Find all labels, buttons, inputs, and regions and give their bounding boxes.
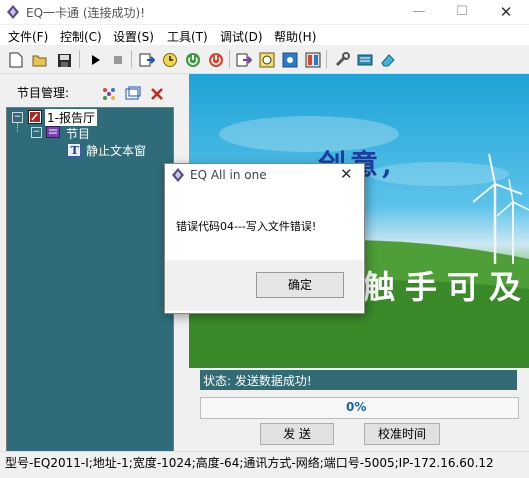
export-icon[interactable]: [234, 50, 254, 70]
app-logo-icon: [171, 168, 185, 182]
dialog-ok-button[interactable]: 确定: [256, 272, 344, 298]
open-folder-icon[interactable]: [30, 50, 50, 70]
text-window-icon: T: [67, 143, 81, 157]
timer-icon[interactable]: [257, 50, 277, 70]
tree-item-screen[interactable]: 1-报告厅: [45, 109, 97, 126]
clock-icon[interactable]: [160, 50, 180, 70]
power-off-icon[interactable]: [206, 50, 226, 70]
tools-icon[interactable]: [332, 50, 352, 70]
minimize-button[interactable]: —: [397, 0, 441, 24]
brightness-icon[interactable]: [280, 50, 300, 70]
new-file-icon[interactable]: [6, 50, 26, 70]
menu-help[interactable]: 帮助(H): [274, 28, 316, 45]
screen-icon: [28, 110, 42, 124]
menu-settings[interactable]: 设置(S): [113, 28, 154, 45]
color-palette-icon[interactable]: [101, 86, 117, 102]
play-icon[interactable]: [85, 50, 105, 70]
calibrate-time-button[interactable]: 校准时间: [364, 423, 440, 445]
menu-debug[interactable]: 调试(D): [220, 28, 263, 45]
dialog-title: EQ All in one: [190, 168, 267, 182]
dialog-close-icon[interactable]: ✕: [340, 165, 353, 183]
stop-icon[interactable]: [108, 50, 128, 70]
preview-text-line2: 触手可及: [363, 262, 529, 308]
delete-icon[interactable]: [149, 86, 165, 102]
toolbar-separator: [229, 50, 230, 68]
program-manager-label: 节目管理:: [17, 84, 69, 101]
keyboard-icon[interactable]: [355, 50, 375, 70]
menu-control[interactable]: 控制(C): [60, 28, 102, 45]
close-button[interactable]: ✕: [484, 0, 528, 24]
menu-tools[interactable]: 工具(T): [167, 28, 208, 45]
send-button[interactable]: 发 送: [260, 423, 334, 445]
send-program-icon[interactable]: [137, 50, 157, 70]
toolbar-separator: [326, 50, 327, 68]
maximize-button[interactable]: ☐: [440, 0, 484, 24]
device-status-text: 型号-EQ2011-I;地址-1;宽度-1024;高度-64;通讯方式-网络;端…: [5, 454, 494, 471]
program-icon: [46, 126, 60, 138]
program-tree[interactable]: [6, 107, 174, 473]
toolbar-separator: [131, 50, 132, 68]
power-on-icon[interactable]: [183, 50, 203, 70]
progress-label: 0%: [346, 400, 366, 414]
tree-collapse-icon[interactable]: −: [31, 127, 42, 138]
svg-text:T: T: [71, 144, 80, 157]
app-logo-icon: [6, 5, 20, 19]
tree-line: [17, 122, 19, 132]
save-icon[interactable]: [54, 50, 74, 70]
toolbar-separator: [79, 50, 80, 68]
screen-test-icon[interactable]: [303, 50, 323, 70]
eraser-icon[interactable]: [378, 50, 398, 70]
tree-collapse-icon[interactable]: −: [12, 112, 23, 123]
status-text: 状态: 发送数据成功!: [203, 372, 312, 389]
window-title: EQ一卡通 (连接成功)!: [26, 4, 145, 21]
tree-item-program[interactable]: 节目: [66, 125, 90, 142]
dialog-message: 错误代码04---写入文件错误!: [176, 218, 316, 234]
add-window-icon[interactable]: [125, 86, 141, 102]
menu-file[interactable]: 文件(F): [8, 28, 48, 45]
tree-item-static-text[interactable]: 静止文本窗: [86, 142, 146, 159]
